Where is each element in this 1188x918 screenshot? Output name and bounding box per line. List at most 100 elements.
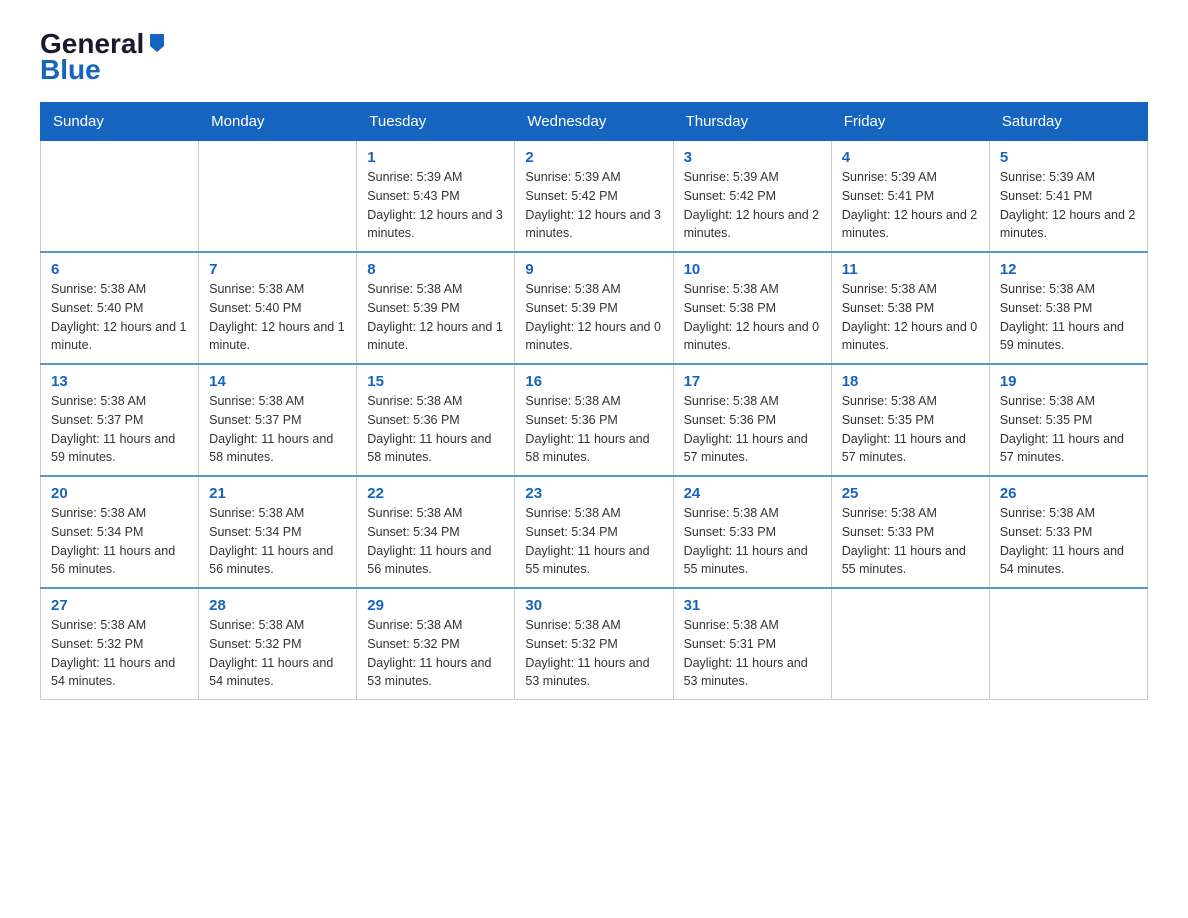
- calendar-cell: 9 Sunrise: 5:38 AM Sunset: 5:39 PM Daylig…: [515, 252, 673, 364]
- day-info: Sunrise: 5:38 AM Sunset: 5:36 PM Dayligh…: [525, 392, 662, 467]
- day-number: 22: [367, 485, 504, 502]
- day-number: 28: [209, 597, 346, 614]
- calendar-cell: 5Sunrise: 5:39 AM Sunset: 5:41 PM Daylig…: [989, 141, 1147, 253]
- calendar-cell: 31 Sunrise: 5:38 AM Sunset: 5:31 PM Dayli…: [673, 588, 831, 700]
- day-info: Sunrise: 5:38 AM Sunset: 5:40 PM Dayligh…: [209, 280, 346, 355]
- calendar-week-row: 20 Sunrise: 5:38 AM Sunset: 5:34 PM Dayli…: [41, 476, 1148, 588]
- weekday-header-sunday: Sunday: [41, 103, 199, 141]
- day-number: 27: [51, 597, 188, 614]
- day-number: 9: [525, 261, 662, 278]
- logo: General Blue: [40, 30, 168, 86]
- day-info: Sunrise: 5:38 AM Sunset: 5:35 PM Dayligh…: [842, 392, 979, 467]
- calendar-cell: [41, 141, 199, 253]
- calendar-cell: 22 Sunrise: 5:38 AM Sunset: 5:34 PM Dayli…: [357, 476, 515, 588]
- day-number: 6: [51, 261, 188, 278]
- day-number: 15: [367, 373, 504, 390]
- calendar-table: SundayMondayTuesdayWednesdayThursdayFrid…: [40, 102, 1148, 700]
- calendar-cell: 3Sunrise: 5:39 AM Sunset: 5:42 PM Daylig…: [673, 141, 831, 253]
- day-number: 4: [842, 149, 979, 166]
- calendar-cell: [989, 588, 1147, 700]
- day-info: Sunrise: 5:38 AM Sunset: 5:34 PM Dayligh…: [51, 504, 188, 579]
- day-number: 14: [209, 373, 346, 390]
- calendar-cell: 12 Sunrise: 5:38 AM Sunset: 5:38 PM Dayli…: [989, 252, 1147, 364]
- calendar-cell: 21 Sunrise: 5:38 AM Sunset: 5:34 PM Dayli…: [199, 476, 357, 588]
- calendar-cell: 16 Sunrise: 5:38 AM Sunset: 5:36 PM Dayli…: [515, 364, 673, 476]
- calendar-week-row: 13 Sunrise: 5:38 AM Sunset: 5:37 PM Dayli…: [41, 364, 1148, 476]
- calendar-cell: 15 Sunrise: 5:38 AM Sunset: 5:36 PM Dayli…: [357, 364, 515, 476]
- day-info: Sunrise: 5:39 AM Sunset: 5:42 PM Dayligh…: [525, 168, 662, 243]
- calendar-cell: 23 Sunrise: 5:38 AM Sunset: 5:34 PM Dayli…: [515, 476, 673, 588]
- weekday-header-saturday: Saturday: [989, 103, 1147, 141]
- calendar-week-row: 1 Sunrise: 5:39 AM Sunset: 5:43 PM Daylig…: [41, 141, 1148, 253]
- day-number: 20: [51, 485, 188, 502]
- day-info: Sunrise: 5:38 AM Sunset: 5:39 PM Dayligh…: [367, 280, 504, 355]
- day-number: 16: [525, 373, 662, 390]
- calendar-cell: 17Sunrise: 5:38 AM Sunset: 5:36 PM Dayli…: [673, 364, 831, 476]
- day-info: Sunrise: 5:38 AM Sunset: 5:40 PM Dayligh…: [51, 280, 188, 355]
- weekday-header-tuesday: Tuesday: [357, 103, 515, 141]
- day-number: 31: [684, 597, 821, 614]
- calendar-cell: 18 Sunrise: 5:38 AM Sunset: 5:35 PM Dayli…: [831, 364, 989, 476]
- day-info: Sunrise: 5:38 AM Sunset: 5:33 PM Dayligh…: [1000, 504, 1137, 579]
- logo-text-blue: Blue: [40, 54, 101, 86]
- day-info: Sunrise: 5:38 AM Sunset: 5:36 PM Dayligh…: [367, 392, 504, 467]
- day-info: Sunrise: 5:38 AM Sunset: 5:36 PM Dayligh…: [684, 392, 821, 467]
- day-number: 5: [1000, 149, 1137, 166]
- calendar-cell: 26 Sunrise: 5:38 AM Sunset: 5:33 PM Dayli…: [989, 476, 1147, 588]
- day-info: Sunrise: 5:38 AM Sunset: 5:32 PM Dayligh…: [209, 616, 346, 691]
- day-info: Sunrise: 5:38 AM Sunset: 5:35 PM Dayligh…: [1000, 392, 1137, 467]
- weekday-header-wednesday: Wednesday: [515, 103, 673, 141]
- day-number: 19: [1000, 373, 1137, 390]
- day-number: 12: [1000, 261, 1137, 278]
- day-number: 13: [51, 373, 188, 390]
- calendar-cell: 27 Sunrise: 5:38 AM Sunset: 5:32 PM Dayli…: [41, 588, 199, 700]
- calendar-cell: 8 Sunrise: 5:38 AM Sunset: 5:39 PM Daylig…: [357, 252, 515, 364]
- calendar-cell: 25 Sunrise: 5:38 AM Sunset: 5:33 PM Dayli…: [831, 476, 989, 588]
- logo-arrow-icon: [146, 32, 168, 54]
- calendar-cell: 6 Sunrise: 5:38 AM Sunset: 5:40 PM Daylig…: [41, 252, 199, 364]
- day-info: Sunrise: 5:38 AM Sunset: 5:38 PM Dayligh…: [1000, 280, 1137, 355]
- day-info: Sunrise: 5:38 AM Sunset: 5:39 PM Dayligh…: [525, 280, 662, 355]
- calendar-week-row: 27 Sunrise: 5:38 AM Sunset: 5:32 PM Dayli…: [41, 588, 1148, 700]
- day-info: Sunrise: 5:38 AM Sunset: 5:33 PM Dayligh…: [842, 504, 979, 579]
- day-info: Sunrise: 5:38 AM Sunset: 5:32 PM Dayligh…: [51, 616, 188, 691]
- day-info: Sunrise: 5:38 AM Sunset: 5:31 PM Dayligh…: [684, 616, 821, 691]
- day-info: Sunrise: 5:38 AM Sunset: 5:38 PM Dayligh…: [684, 280, 821, 355]
- calendar-cell: [199, 141, 357, 253]
- weekday-header-monday: Monday: [199, 103, 357, 141]
- day-info: Sunrise: 5:38 AM Sunset: 5:33 PM Dayligh…: [684, 504, 821, 579]
- calendar-cell: 29Sunrise: 5:38 AM Sunset: 5:32 PM Dayli…: [357, 588, 515, 700]
- day-info: Sunrise: 5:39 AM Sunset: 5:43 PM Dayligh…: [367, 168, 504, 243]
- day-info: Sunrise: 5:39 AM Sunset: 5:41 PM Dayligh…: [842, 168, 979, 243]
- calendar-week-row: 6 Sunrise: 5:38 AM Sunset: 5:40 PM Daylig…: [41, 252, 1148, 364]
- day-number: 11: [842, 261, 979, 278]
- day-info: Sunrise: 5:38 AM Sunset: 5:32 PM Dayligh…: [525, 616, 662, 691]
- day-info: Sunrise: 5:38 AM Sunset: 5:34 PM Dayligh…: [367, 504, 504, 579]
- day-number: 8: [367, 261, 504, 278]
- day-info: Sunrise: 5:38 AM Sunset: 5:37 PM Dayligh…: [51, 392, 188, 467]
- day-number: 1: [367, 149, 504, 166]
- calendar-cell: [831, 588, 989, 700]
- day-number: 3: [684, 149, 821, 166]
- day-info: Sunrise: 5:38 AM Sunset: 5:34 PM Dayligh…: [525, 504, 662, 579]
- day-number: 21: [209, 485, 346, 502]
- day-info: Sunrise: 5:38 AM Sunset: 5:38 PM Dayligh…: [842, 280, 979, 355]
- calendar-cell: 4 Sunrise: 5:39 AM Sunset: 5:41 PM Daylig…: [831, 141, 989, 253]
- calendar-cell: 1 Sunrise: 5:39 AM Sunset: 5:43 PM Daylig…: [357, 141, 515, 253]
- calendar-cell: 11 Sunrise: 5:38 AM Sunset: 5:38 PM Dayli…: [831, 252, 989, 364]
- header: General Blue: [40, 30, 1148, 86]
- day-number: 18: [842, 373, 979, 390]
- calendar-cell: 24 Sunrise: 5:38 AM Sunset: 5:33 PM Dayli…: [673, 476, 831, 588]
- calendar-cell: 20 Sunrise: 5:38 AM Sunset: 5:34 PM Dayli…: [41, 476, 199, 588]
- day-number: 24: [684, 485, 821, 502]
- day-info: Sunrise: 5:38 AM Sunset: 5:34 PM Dayligh…: [209, 504, 346, 579]
- day-number: 25: [842, 485, 979, 502]
- calendar-cell: 7 Sunrise: 5:38 AM Sunset: 5:40 PM Daylig…: [199, 252, 357, 364]
- weekday-header-friday: Friday: [831, 103, 989, 141]
- day-number: 23: [525, 485, 662, 502]
- calendar-cell: 13 Sunrise: 5:38 AM Sunset: 5:37 PM Dayli…: [41, 364, 199, 476]
- day-number: 26: [1000, 485, 1137, 502]
- day-info: Sunrise: 5:38 AM Sunset: 5:37 PM Dayligh…: [209, 392, 346, 467]
- day-number: 7: [209, 261, 346, 278]
- weekday-header-row: SundayMondayTuesdayWednesdayThursdayFrid…: [41, 103, 1148, 141]
